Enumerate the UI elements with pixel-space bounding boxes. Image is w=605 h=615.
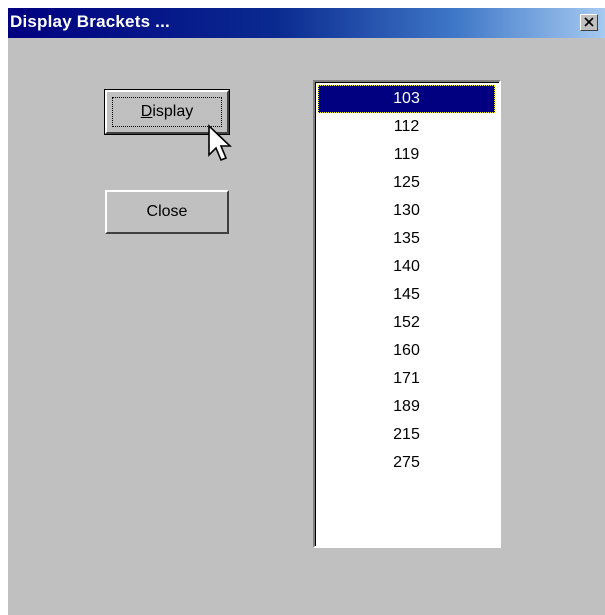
list-item[interactable]: 140 [318,253,495,281]
list-item[interactable]: 275 [318,449,495,477]
list-item[interactable]: 152 [318,309,495,337]
close-button-label: Close [146,203,188,220]
display-brackets-dialog: Display Brackets ... Display Close 103 11… [8,8,605,615]
close-button[interactable]: Close [105,190,229,234]
title-bar[interactable]: Display Brackets ... [8,8,605,38]
display-button-label: Display [141,103,193,120]
list-item[interactable]: 171 [318,365,495,393]
close-icon [584,17,594,27]
list-item[interactable]: 160 [318,337,495,365]
brackets-list: 103 112 119 125 130 135 140 145 152 160 171 189 215 2… [318,85,495,477]
list-item[interactable]: 119 [318,141,495,169]
list-item[interactable]: 189 [318,393,495,421]
window-title: Display Brackets ... [10,12,170,31]
display-button[interactable]: Display [104,89,230,135]
brackets-listbox[interactable]: 103 112 119 125 130 135 140 145 152 160 171 189 215 2… [313,80,501,548]
list-item[interactable]: 112 [318,113,495,141]
list-item[interactable]: 135 [318,225,495,253]
close-window-button[interactable] [580,14,598,31]
list-item[interactable]: 103 [318,85,495,113]
list-item[interactable]: 215 [318,421,495,449]
list-item[interactable]: 130 [318,197,495,225]
list-item[interactable]: 125 [318,169,495,197]
display-mnemonic: D [140,103,153,120]
display-label-rest: isplay [152,103,194,120]
list-item[interactable]: 145 [318,281,495,309]
